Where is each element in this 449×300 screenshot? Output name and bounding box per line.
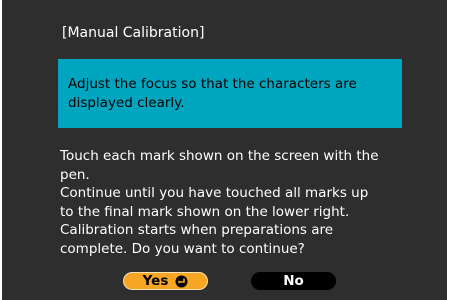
- yes-button-label: Yes: [142, 273, 169, 289]
- calibration-instructions: Touch each mark shown on the screen with…: [60, 148, 379, 257]
- calibration-dialog: [Manual Calibration] Adjust the focus so…: [2, 0, 447, 300]
- no-button[interactable]: No: [251, 272, 336, 290]
- no-button-label: No: [283, 273, 304, 289]
- yes-button[interactable]: Yes: [123, 272, 208, 290]
- enter-icon: [175, 275, 188, 287]
- focus-notice: Adjust the focus so that the characters …: [58, 59, 402, 128]
- dialog-title: [Manual Calibration]: [62, 25, 205, 41]
